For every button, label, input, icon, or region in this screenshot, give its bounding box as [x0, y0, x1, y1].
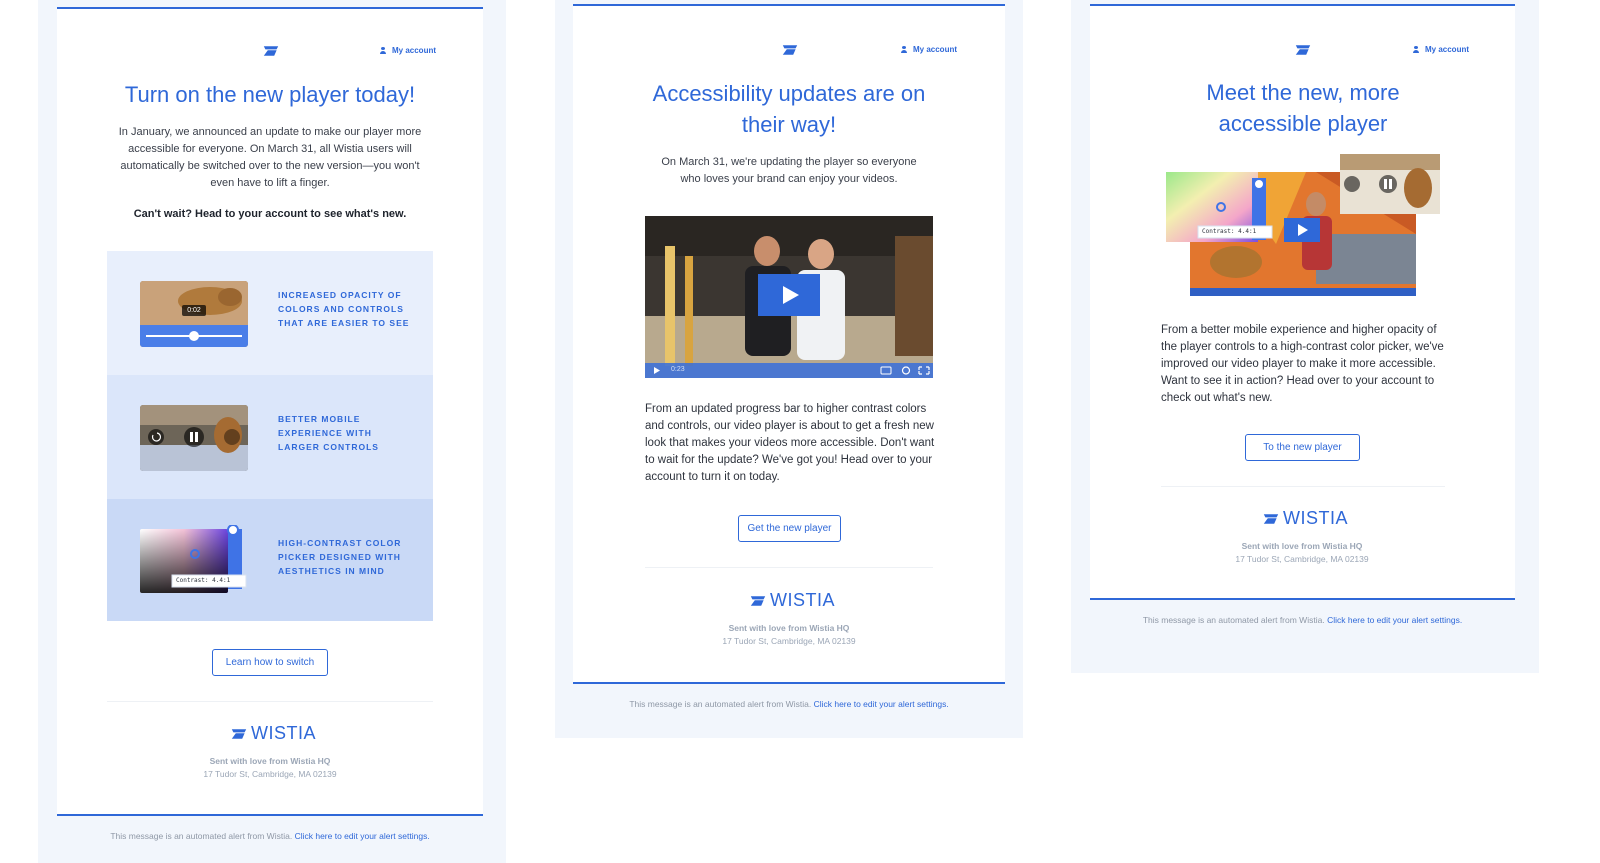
person-icon — [1413, 46, 1419, 53]
alert-text: This message is an automated alert from … — [110, 831, 293, 841]
email-1-alert: This message is an automated alert from … — [57, 831, 483, 841]
alert-settings-link[interactable]: Click here to edit your alert settings. — [295, 831, 430, 841]
email-2-alert: This message is an automated alert from … — [573, 699, 1005, 709]
email-1-divider — [107, 701, 433, 702]
email-1-bottom-rule — [57, 814, 483, 816]
email-2-body: From an updated progress bar to higher c… — [645, 403, 935, 483]
my-account-link[interactable]: My account — [380, 46, 436, 55]
email-2-video-player[interactable]: 0:23 — [645, 216, 933, 378]
video-time-label: 0:23 — [671, 366, 685, 373]
wistia-logo: WISTIA — [1263, 508, 1348, 529]
person-icon — [901, 46, 907, 53]
footer-address: 17 Tudor St, Cambridge, MA 02139 — [722, 636, 856, 646]
player-collage-image — [1166, 154, 1440, 296]
email-3-title: Meet the new, more accessible player — [1206, 80, 1400, 136]
feature-picker-label: High-contrast color picker designed with… — [278, 538, 402, 576]
email-2-bottom-rule — [573, 682, 1005, 684]
email-3-bottom-rule — [1090, 598, 1515, 600]
feature-color-picker: Contrast: 4.4:1 High-contrast color pick… — [107, 499, 433, 621]
alert-settings-link[interactable]: Click here to edit your alert settings. — [1327, 615, 1462, 625]
email-1-title: Turn on the new player today! — [124, 82, 416, 107]
alert-settings-link[interactable]: Click here to edit your alert settings. — [814, 699, 949, 709]
email-2-intro: On March 31, we're updating the player s… — [661, 156, 917, 185]
footer-address: 17 Tudor St, Cambridge, MA 02139 — [203, 769, 337, 779]
video-still-image — [645, 216, 933, 378]
feature-mobile: Better mobile experience with larger con… — [107, 375, 433, 499]
wistia-mark-icon — [231, 728, 247, 740]
email-2-title: Accessibility updates are on their way! — [652, 81, 926, 137]
feature-mobile-label: Better mobile experience with larger con… — [278, 414, 379, 452]
wistia-mark-icon — [782, 44, 798, 56]
wistia-mark-icon — [750, 595, 766, 607]
wistia-brand-text: WISTIA — [770, 590, 835, 610]
email-3-hero-collage: Contrast: 4.4:1 — [1166, 154, 1440, 300]
contrast-label: Contrast: 4.4:1 — [1202, 228, 1257, 235]
feature-mobile-thumbnail — [140, 405, 248, 471]
my-account-link[interactable]: My account — [901, 45, 957, 54]
mobile-player-image — [140, 405, 248, 471]
person-icon — [380, 47, 386, 54]
my-account-label: My account — [913, 45, 958, 54]
footer-sent: Sent with love from Wistia HQ — [1241, 541, 1363, 551]
to-new-player-button[interactable]: To the new player — [1245, 434, 1360, 461]
color-picker-image — [140, 524, 247, 593]
email-3-alert: This message is an automated alert from … — [1090, 615, 1515, 625]
my-account-label: My account — [392, 46, 437, 55]
wistia-brand-text: WISTIA — [1283, 508, 1348, 528]
get-new-player-button[interactable]: Get the new player — [738, 515, 841, 542]
alert-text: This message is an automated alert from … — [1142, 615, 1325, 625]
footer-address: 17 Tudor St, Cambridge, MA 02139 — [1235, 554, 1369, 564]
email-3-body: From a better mobile experience and high… — [1161, 324, 1444, 404]
feature-picker-thumbnail: Contrast: 4.4:1 — [140, 524, 250, 597]
alert-text: This message is an automated alert from … — [629, 699, 812, 709]
footer-sent: Sent with love from Wistia HQ — [728, 623, 850, 633]
wistia-mark-icon — [1295, 44, 1311, 56]
email-1-cta-text: Can't wait? Head to your account to see … — [133, 208, 407, 220]
wistia-brand-text: WISTIA — [251, 723, 316, 743]
email-3-divider — [1161, 486, 1445, 487]
dog-video-image — [140, 281, 248, 347]
wistia-mark-icon — [1263, 513, 1279, 525]
contrast-label: Contrast: 4.4:1 — [176, 577, 231, 584]
wistia-logo: WISTIA — [750, 590, 835, 611]
footer-sent: Sent with love from Wistia HQ — [209, 756, 331, 766]
email-2-divider — [645, 567, 933, 568]
feature-opacity-label: Increased opacity of colors and controls… — [278, 290, 410, 328]
learn-how-to-switch-button[interactable]: Learn how to switch — [212, 649, 328, 676]
feature-opacity: 0:02 Increased opacity of colors and con… — [107, 251, 433, 375]
wistia-mark-icon — [263, 45, 279, 57]
video-time-label: 0:02 — [187, 307, 201, 314]
wistia-logo: WISTIA — [231, 723, 316, 744]
my-account-link[interactable]: My account — [1413, 45, 1469, 54]
feature-opacity-thumbnail: 0:02 — [140, 281, 248, 347]
email-1-intro: In January, we announced an update to ma… — [118, 126, 422, 189]
my-account-label: My account — [1425, 45, 1470, 54]
